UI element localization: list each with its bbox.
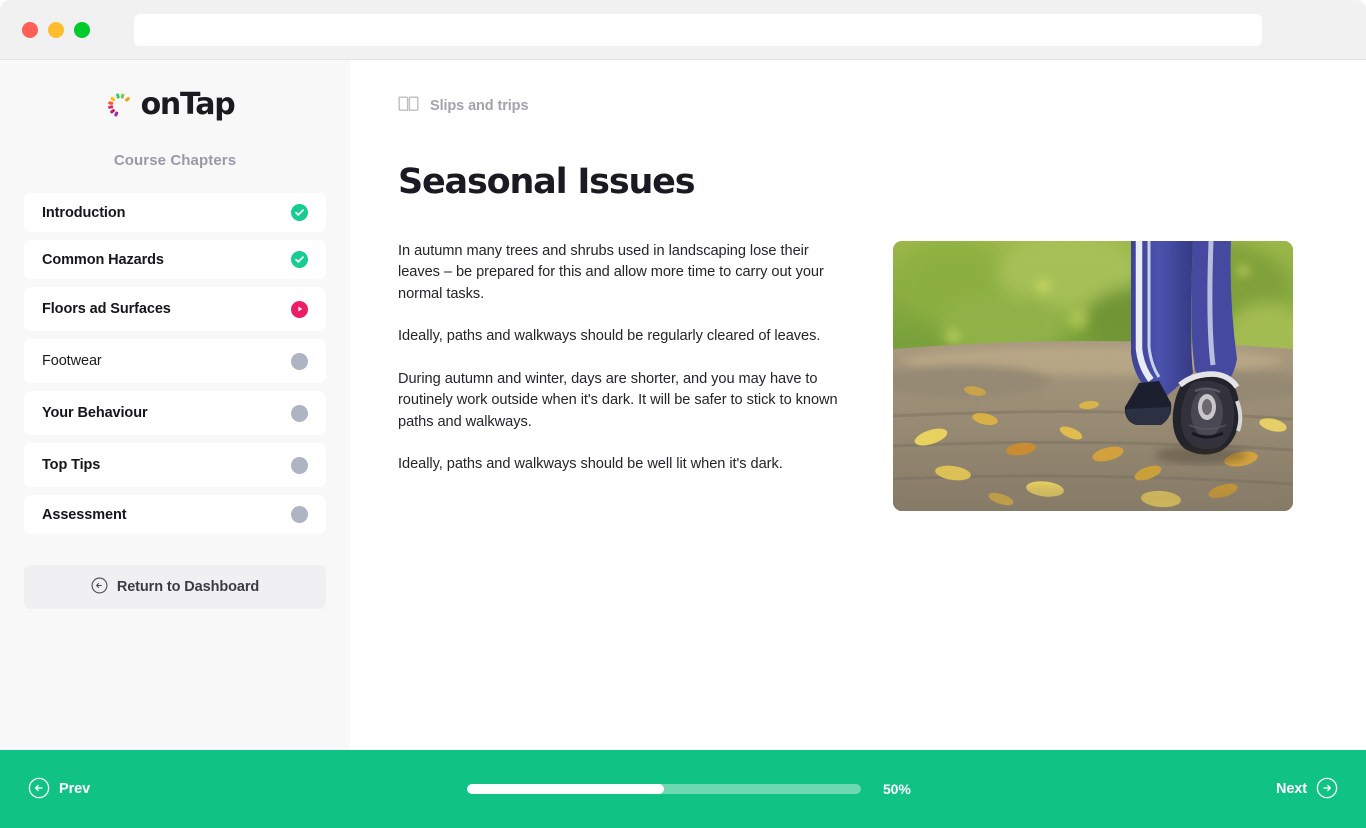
url-input[interactable] [134,14,1262,46]
close-window-button[interactable] [22,22,38,38]
progress-percent-label: 50% [883,781,911,797]
progress-bar[interactable] [467,784,861,794]
lesson-image [893,240,1293,511]
progress-bar-fill [467,784,664,794]
dot-circle-icon [291,456,308,474]
sidebar-item-top-tips[interactable]: Top Tips [24,443,326,487]
chapter-label: Top Tips [42,457,101,473]
body-paragraph: In autumn many trees and shrubs used in … [398,242,824,302]
dot-circle-icon [291,404,308,422]
course-footer-nav: Prev 50% Next [0,750,1366,828]
main-content: Slips and trips Seasonal Issues In autum… [350,60,1366,750]
logo-burst-icon [107,88,142,122]
logo-text: onTap [140,87,236,122]
next-button[interactable]: Next [1276,777,1338,802]
body-text: In autumn many trees and shrubs used in … [398,241,848,511]
content-columns: In autumn many trees and shrubs used in … [398,240,1306,511]
sidebar-item-common-hazards[interactable]: Common Hazards [24,240,326,279]
chapter-label: Assessment [42,506,127,523]
body-paragraph: Ideally, paths and walkways should be we… [398,456,783,472]
dot-circle-icon [291,506,308,523]
arrow-left-circle-icon [28,777,50,802]
arrow-right-circle-icon [1316,777,1338,802]
book-icon [398,95,419,117]
sidebar-item-assessment[interactable]: Assessment [24,495,326,534]
chapter-list: Introduction Common Hazards Floors ad Su… [24,193,326,534]
page-body: onTap Course Chapters Introduction Commo… [0,60,1366,750]
chapter-label: Common Hazards [42,251,164,268]
body-paragraph: Ideally, paths and walkways should be re… [398,328,821,344]
course-chapters-heading: Course Chapters [113,152,237,169]
progress-indicator: 50% [467,781,911,797]
prev-button[interactable]: Prev [28,777,90,802]
sidebar-item-your-behaviour[interactable]: Your Behaviour [24,391,326,435]
return-to-dashboard-button[interactable]: Return to Dashboard [24,565,326,609]
app-window: onTap Course Chapters Introduction Commo… [0,0,1366,828]
sidebar: onTap Course Chapters Introduction Commo… [0,60,350,750]
chapter-label: Floors ad Surfaces [42,301,171,317]
breadcrumb-label: Slips and trips [430,98,529,114]
page-title: Seasonal Issues [398,162,696,202]
sidebar-item-footwear[interactable]: Footwear [24,339,326,383]
browser-chrome [0,0,1366,60]
maximize-window-button[interactable] [74,22,90,38]
check-circle-icon [291,251,308,268]
sidebar-item-floors-and-surfaces[interactable]: Floors ad Surfaces [24,287,326,331]
media-column [893,240,1306,511]
chapter-label: Introduction [42,204,126,221]
sidebar-item-introduction[interactable]: Introduction [24,193,326,232]
traffic-lights [22,22,90,38]
minimize-window-button[interactable] [48,22,64,38]
chapter-label: Footwear [42,353,102,369]
check-circle-icon [291,204,308,221]
logo: onTap [0,60,350,130]
chapter-label: Your Behaviour [42,405,148,421]
next-label: Next [1275,781,1307,797]
prev-label: Prev [59,781,91,797]
play-circle-icon [291,300,308,318]
dot-circle-icon [291,352,308,370]
return-to-dashboard-label: Return to Dashboard [116,579,260,595]
breadcrumb[interactable]: Slips and trips [398,95,1306,117]
body-paragraph: During autumn and winter, days are short… [398,370,838,430]
arrow-left-circle-icon [91,577,108,597]
